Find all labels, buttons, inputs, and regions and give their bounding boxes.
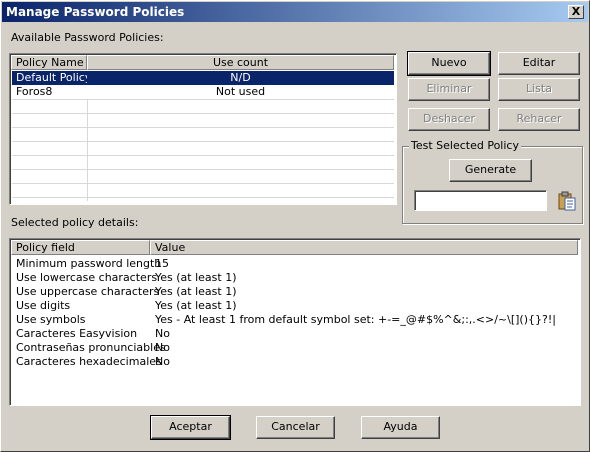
deshacer-button[interactable]: Deshacer [408, 108, 490, 131]
editar-button[interactable]: Editar [498, 52, 580, 75]
title-bar[interactable]: Manage Password Policies X [2, 2, 588, 22]
test-policy-group [402, 146, 583, 224]
policy-name-cell: Default Policy [12, 71, 91, 85]
detail-value: Yes (at least 1) [155, 285, 237, 298]
column-header-policy-name[interactable]: Policy Name [11, 55, 87, 70]
column-divider [87, 99, 88, 201]
generated-password-field[interactable] [414, 190, 547, 211]
detail-value: No [155, 327, 170, 340]
cancelar-button[interactable]: Cancelar [256, 416, 335, 439]
lista-button[interactable]: Lista [498, 78, 580, 101]
grid-line [12, 141, 394, 142]
aceptar-button[interactable]: Aceptar [150, 415, 231, 440]
policy-details-list[interactable]: Policy field Value Minimum password leng… [9, 238, 581, 406]
eliminar-button[interactable]: Eliminar [408, 78, 490, 101]
policy-row-foros8[interactable]: Foros8 Not used [12, 85, 394, 99]
test-policy-title: Test Selected Policy [409, 139, 521, 152]
clipboard-icon[interactable] [557, 191, 577, 211]
detail-value: No [155, 341, 170, 354]
close-button[interactable]: X [568, 5, 584, 19]
nuevo-button[interactable]: Nuevo [407, 51, 491, 76]
detail-value: 15 [155, 257, 169, 270]
grid-line [12, 113, 394, 114]
close-icon: X [571, 5, 581, 18]
detail-field: Caracteres Easyvision [16, 327, 138, 340]
detail-field: Use uppercase characters [16, 285, 160, 298]
grid-line [12, 99, 394, 100]
selected-details-label: Selected policy details: [11, 216, 139, 229]
detail-field: Use symbols [16, 313, 86, 326]
detail-field: Use digits [16, 299, 71, 312]
available-policies-label: Available Password Policies: [11, 31, 164, 44]
detail-value: Yes (at least 1) [155, 271, 237, 284]
generate-button[interactable]: Generate [449, 159, 532, 182]
grid-line [12, 197, 394, 198]
detail-value: Yes (at least 1) [155, 299, 237, 312]
policy-list[interactable]: Policy Name Use count Default Policy N/D… [9, 53, 397, 205]
grid-line [12, 183, 394, 184]
window-title: Manage Password Policies [6, 5, 185, 19]
dialog-window: Manage Password Policies X Available Pas… [0, 0, 590, 452]
use-count-cell: N/D [87, 71, 394, 85]
ayuda-button[interactable]: Ayuda [361, 416, 440, 439]
detail-value: Yes - At least 1 from default symbol set… [155, 313, 556, 326]
grid-line [12, 155, 394, 156]
detail-field: Use lowercase characters [16, 271, 158, 284]
detail-field: Minimum password length [16, 257, 162, 270]
detail-field: Contraseñas pronunciables [16, 341, 166, 354]
policy-row-default[interactable]: Default Policy N/D [12, 71, 394, 85]
rehacer-button[interactable]: Rehacer [498, 108, 580, 131]
column-header-policy-field[interactable]: Policy field [11, 240, 150, 255]
grid-line [12, 169, 394, 170]
column-header-use-count[interactable]: Use count [87, 55, 394, 70]
column-header-value[interactable]: Value [150, 240, 578, 255]
detail-value: No [155, 355, 170, 368]
grid-line [12, 127, 394, 128]
use-count-cell: Not used [215, 85, 266, 98]
policy-name-cell: Foros8 [16, 85, 53, 98]
detail-field: Caracteres hexadecimales [16, 355, 162, 368]
